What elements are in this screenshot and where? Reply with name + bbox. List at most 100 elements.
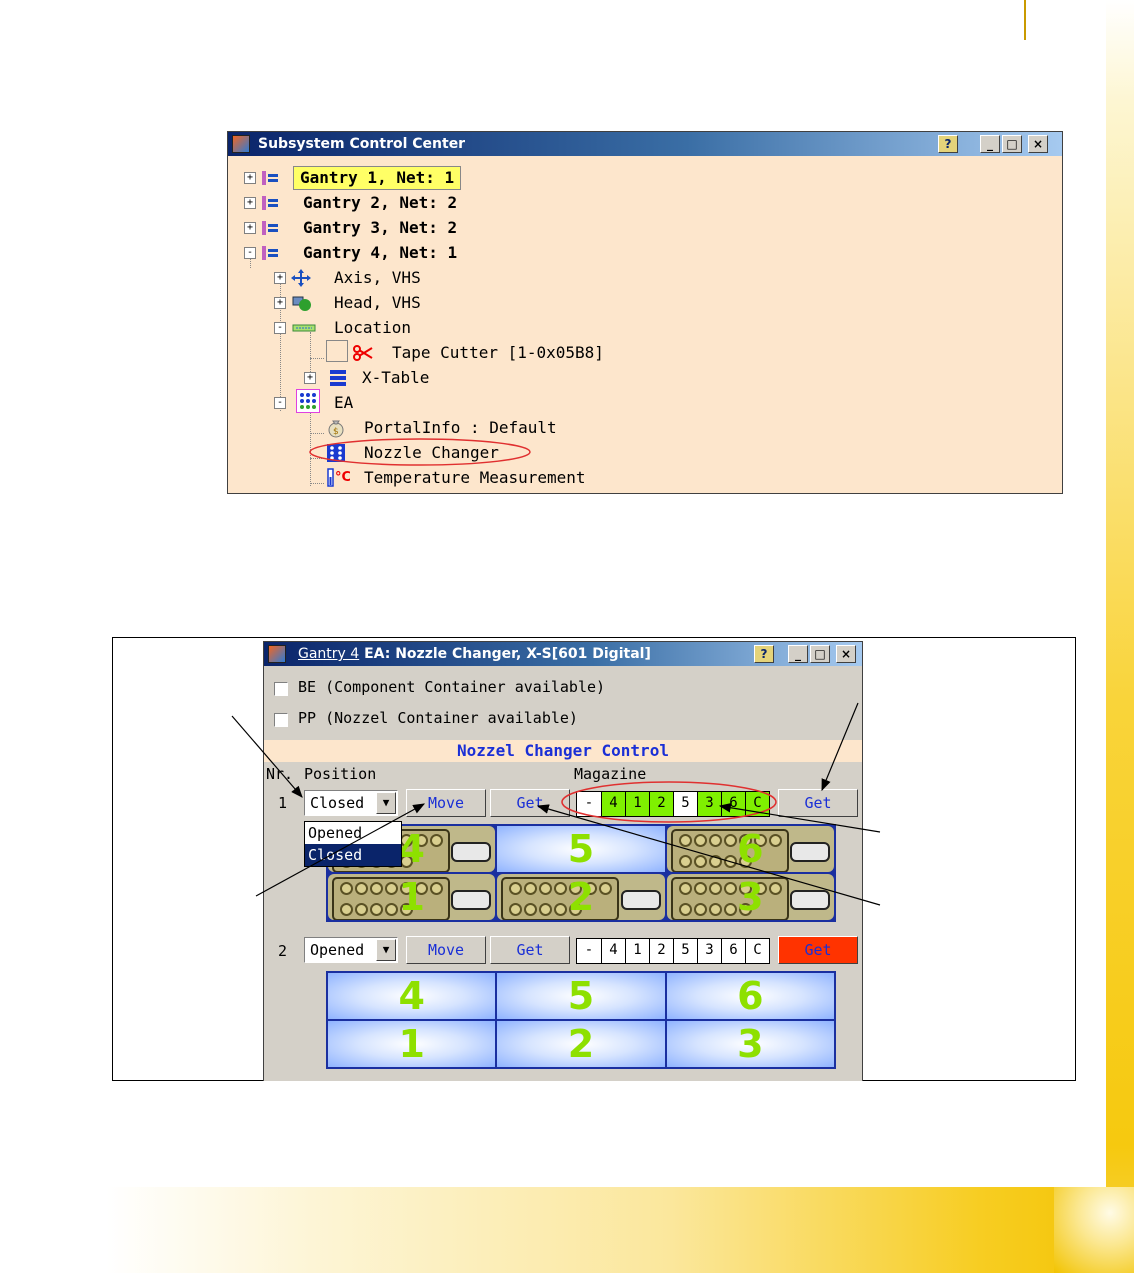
magazine-get-button[interactable]: Get bbox=[778, 936, 858, 964]
tree-node-gantry-2[interactable]: Gantry 2, Net: 2 bbox=[303, 192, 457, 214]
gantry-link[interactable]: Gantry 4 bbox=[298, 646, 359, 662]
location-icon bbox=[292, 318, 316, 338]
nozzle-slot[interactable]: 3 bbox=[666, 1021, 834, 1067]
decorative-corner bbox=[1054, 1187, 1134, 1273]
tree-node-gantry-4[interactable]: Gantry 4, Net: 1 bbox=[303, 242, 457, 264]
close-button[interactable]: × bbox=[836, 645, 856, 663]
magazine-cell: 2 bbox=[649, 792, 673, 816]
gantry-icon bbox=[260, 168, 280, 188]
magazine-cell: 6 bbox=[721, 939, 745, 963]
slot-number: 1 bbox=[398, 875, 425, 919]
nozzle-slot[interactable]: 2 bbox=[497, 1021, 665, 1067]
tree-node-tape-cutter[interactable]: Tape Cutter [1-0x05B8] bbox=[392, 342, 604, 364]
expand-toggle[interactable]: + bbox=[274, 272, 286, 284]
decorative-bottom-bar bbox=[106, 1187, 1134, 1273]
slot-number: 4 bbox=[398, 974, 425, 1018]
nozzle-slot-grid: 456123 bbox=[326, 824, 836, 922]
nozzle-slot[interactable]: 1 bbox=[328, 874, 496, 920]
magazine-cell: - bbox=[584, 795, 594, 811]
minimize-button[interactable]: _ bbox=[788, 645, 808, 663]
expand-toggle[interactable]: + bbox=[244, 197, 256, 209]
nozzle-slot[interactable]: 1 bbox=[328, 1021, 496, 1067]
pp-checkbox[interactable] bbox=[274, 713, 288, 727]
magazine-cell: - bbox=[584, 942, 594, 958]
expand-toggle[interactable]: + bbox=[244, 172, 256, 184]
tree-node-head[interactable]: Head, VHS bbox=[334, 292, 421, 314]
checkbox-icon[interactable] bbox=[326, 340, 348, 362]
dropdown-option-closed[interactable]: Closed bbox=[305, 844, 401, 866]
tree-node-gantry-3[interactable]: Gantry 3, Net: 2 bbox=[303, 217, 457, 239]
minimize-button[interactable]: _ bbox=[980, 135, 1000, 153]
tree-node-temperature[interactable]: Temperature Measurement bbox=[364, 467, 586, 489]
tree-node-nozzle-changer[interactable]: Nozzle Changer bbox=[364, 442, 499, 464]
collapse-toggle[interactable]: - bbox=[274, 322, 286, 334]
move-button[interactable]: Move bbox=[406, 789, 486, 817]
move-button[interactable]: Move bbox=[406, 936, 486, 964]
position-select[interactable]: Opened ▼ bbox=[304, 937, 398, 963]
decorative-side-bar bbox=[1106, 0, 1134, 1273]
window-title-text: EA: Nozzle Changer, X-S[601 Digital] bbox=[359, 646, 651, 662]
help-icon[interactable]: ? bbox=[938, 135, 958, 153]
tree-node-axis[interactable]: Axis, VHS bbox=[334, 267, 421, 289]
axis-arrows-icon bbox=[290, 268, 311, 288]
ea-grid-icon bbox=[296, 389, 320, 413]
tree-node-gantry-1[interactable]: Gantry 1, Net: 1 bbox=[292, 166, 462, 190]
title-bar[interactable]: Gantry 4 EA: Nozzle Changer, X-S[601 Dig… bbox=[264, 642, 862, 666]
window-title: Subsystem Control Center bbox=[258, 136, 466, 152]
position-value: Opened bbox=[310, 941, 365, 959]
slot-number: 6 bbox=[737, 827, 764, 871]
get-button[interactable]: Get bbox=[490, 936, 570, 964]
decorative-line bbox=[1024, 0, 1026, 40]
nozzle-slot[interactable]: 3 bbox=[666, 874, 834, 920]
chevron-down-icon[interactable]: ▼ bbox=[376, 792, 396, 814]
row-number: 1 bbox=[278, 794, 288, 812]
tree-node-location[interactable]: Location bbox=[334, 317, 411, 339]
chevron-down-icon[interactable]: ▼ bbox=[376, 939, 396, 961]
expand-toggle[interactable]: + bbox=[274, 297, 286, 309]
window-title: Gantry 4 EA: Nozzle Changer, X-S[601 Dig… bbox=[298, 642, 651, 666]
svg-text:$: $ bbox=[333, 427, 339, 437]
maximize-button[interactable]: □ bbox=[810, 645, 830, 663]
nozzle-slot-grid: 4 5 6 1 2 3 bbox=[326, 971, 836, 1069]
slot-number: 1 bbox=[398, 1022, 425, 1066]
nozzle-slot[interactable]: 5 bbox=[497, 826, 665, 872]
tree-node-x-table[interactable]: X-Table bbox=[362, 367, 429, 389]
nozzle-slot[interactable]: 5 bbox=[497, 973, 665, 1019]
tree-node-portalinfo[interactable]: PortalInfo : Default bbox=[364, 417, 557, 439]
gantry-icon bbox=[260, 243, 280, 263]
column-position: Position bbox=[304, 765, 377, 783]
be-checkbox[interactable] bbox=[274, 682, 288, 696]
nozzle-slot[interactable]: 6 bbox=[666, 826, 834, 872]
slot-number: 2 bbox=[567, 1022, 595, 1066]
position-select[interactable]: Closed ▼ bbox=[304, 790, 398, 816]
magazine-get-button[interactable]: Get bbox=[778, 789, 858, 817]
collapse-toggle[interactable]: - bbox=[244, 247, 256, 259]
expand-toggle[interactable]: + bbox=[304, 372, 316, 384]
column-nr: Nr. bbox=[266, 765, 294, 783]
expand-toggle[interactable]: + bbox=[244, 222, 256, 234]
collapse-toggle[interactable]: - bbox=[274, 397, 286, 409]
nozzle-slot[interactable]: 2 bbox=[497, 874, 665, 920]
dropdown-option-opened[interactable]: Opened bbox=[305, 822, 401, 844]
magazine-cell: 3 bbox=[697, 939, 721, 963]
title-bar[interactable]: Subsystem Control Center ? _ □ × bbox=[228, 132, 1062, 156]
magazine-indicator: -412536C bbox=[576, 791, 770, 817]
position-value: Closed bbox=[310, 794, 365, 812]
slot-number: 3 bbox=[737, 1022, 764, 1066]
magazine-cell: 1 bbox=[625, 939, 649, 963]
gantry-icon bbox=[260, 218, 280, 238]
magazine-cell: 4 bbox=[601, 792, 625, 816]
magazine-cell: 5 bbox=[673, 792, 697, 816]
help-icon[interactable]: ? bbox=[754, 645, 774, 663]
get-button[interactable]: Get bbox=[490, 789, 570, 817]
magazine-cell: C bbox=[745, 939, 769, 963]
slot-number: 3 bbox=[737, 875, 764, 919]
nozzle-slot[interactable]: 6 bbox=[666, 973, 834, 1019]
tree-node-ea[interactable]: EA bbox=[334, 392, 353, 414]
nozzle-slot[interactable]: 4 bbox=[328, 973, 496, 1019]
pp-checkbox-label: PP (Nozzel Container available) bbox=[298, 709, 578, 727]
maximize-button[interactable]: □ bbox=[1002, 135, 1022, 153]
be-checkbox-label: BE (Component Container available) bbox=[298, 678, 606, 696]
close-button[interactable]: × bbox=[1028, 135, 1048, 153]
slot-number: 5 bbox=[567, 974, 595, 1018]
